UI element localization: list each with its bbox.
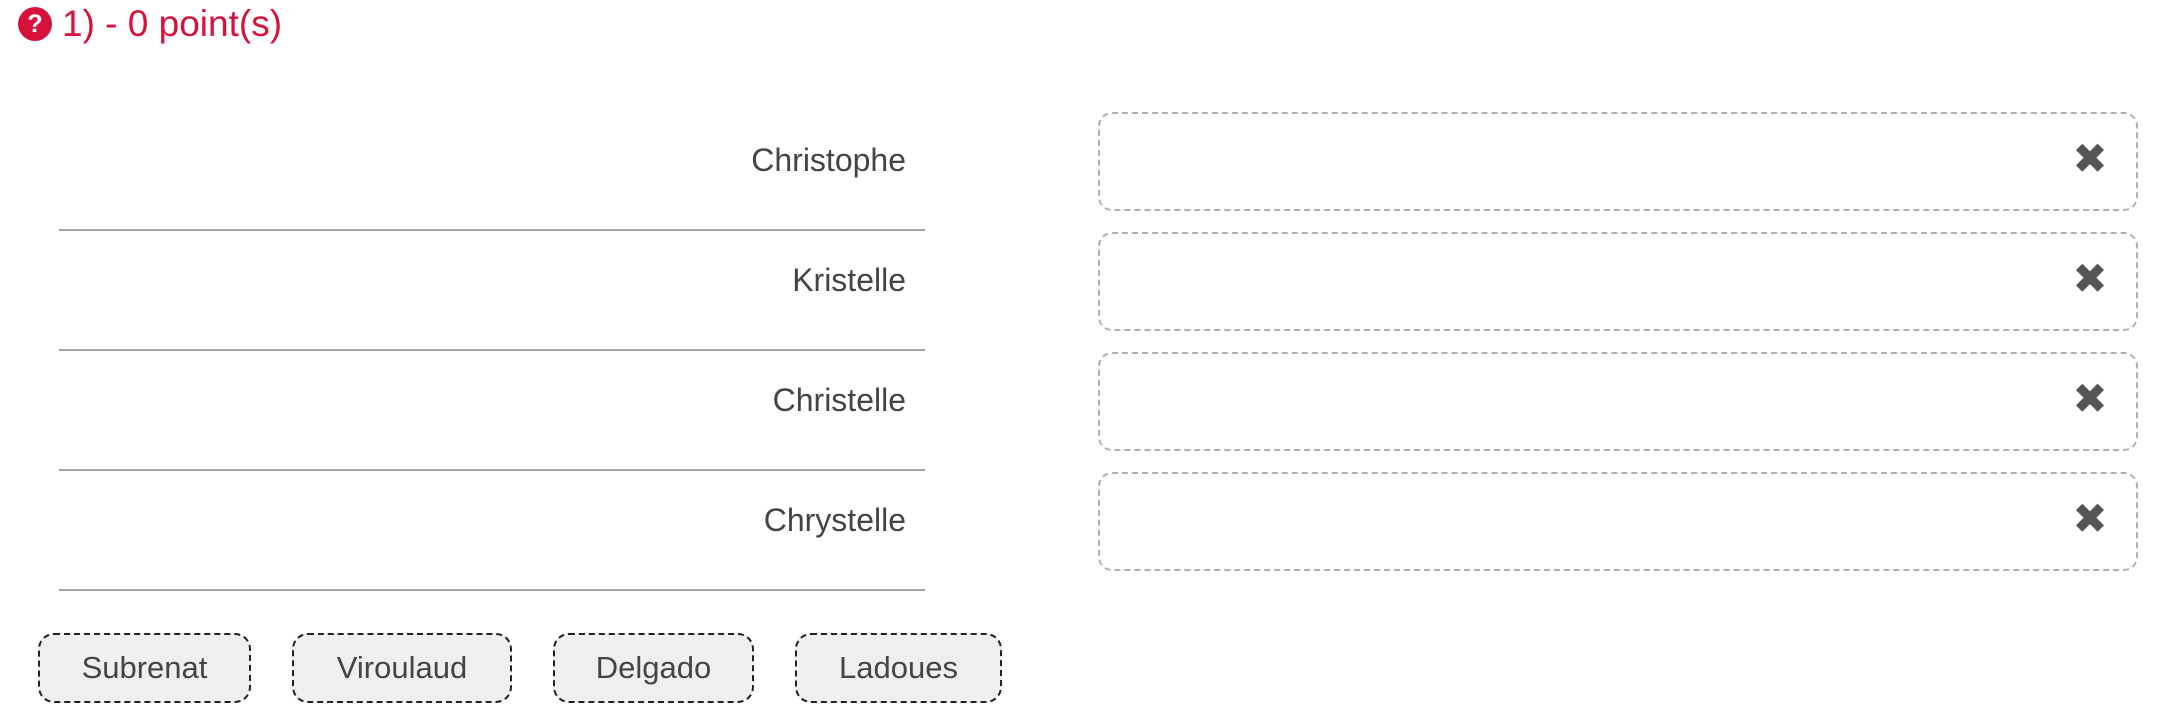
row-label: Kristelle — [792, 262, 906, 298]
draggable-token[interactable]: Delgado — [553, 633, 754, 703]
label-row: Christelle — [59, 352, 925, 471]
close-icon[interactable]: ✖ — [2070, 258, 2110, 300]
drop-zone[interactable]: ✖ — [1098, 112, 2138, 211]
drop-zone[interactable]: ✖ — [1098, 352, 2138, 451]
close-icon[interactable]: ✖ — [2070, 138, 2110, 180]
label-column: Christophe Kristelle Christelle Chrystel… — [59, 112, 925, 592]
drop-zone[interactable]: ✖ — [1098, 472, 2138, 571]
label-row: Kristelle — [59, 232, 925, 351]
draggable-token[interactable]: Viroulaud — [292, 633, 512, 703]
drop-zone[interactable]: ✖ — [1098, 232, 2138, 331]
question-title: 1) - 0 point(s) — [62, 3, 283, 44]
row-label: Christophe — [751, 142, 906, 178]
close-icon[interactable]: ✖ — [2070, 498, 2110, 540]
close-icon[interactable]: ✖ — [2070, 378, 2110, 420]
row-label: Chrystelle — [763, 502, 906, 538]
label-row: Chrystelle — [59, 472, 925, 591]
matching-question: ? 1) - 0 point(s) Christophe Kristelle C… — [0, 0, 2158, 726]
label-row: Christophe — [59, 112, 925, 231]
row-label: Christelle — [772, 382, 906, 418]
question-header: ? 1) - 0 point(s) — [18, 2, 282, 46]
draggable-token[interactable]: Subrenat — [38, 633, 251, 703]
question-circle-icon: ? — [18, 7, 52, 41]
draggable-token-bank: Subrenat Viroulaud Delgado Ladoues — [38, 633, 1002, 703]
drop-zone-column: ✖ ✖ ✖ ✖ — [1098, 112, 2138, 592]
draggable-token[interactable]: Ladoues — [795, 633, 1002, 703]
